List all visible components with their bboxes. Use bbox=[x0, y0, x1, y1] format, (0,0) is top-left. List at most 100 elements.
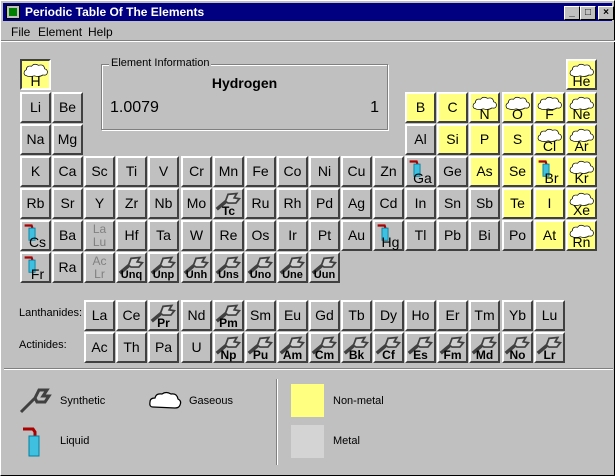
element-tile-pu[interactable]: Pu bbox=[245, 332, 276, 363]
element-tile-si[interactable]: Si bbox=[437, 124, 468, 155]
element-tile-pt[interactable]: Pt bbox=[309, 220, 340, 251]
element-tile-np[interactable]: Np bbox=[213, 332, 244, 363]
element-tile-uno[interactable]: Uno bbox=[245, 252, 276, 283]
element-tile-tl[interactable]: Tl bbox=[405, 220, 436, 251]
element-tile-tm[interactable]: Tm bbox=[469, 300, 500, 331]
element-tile-lr[interactable]: Lr bbox=[534, 332, 565, 363]
element-tile-er[interactable]: Er bbox=[437, 300, 468, 331]
element-tile-pd[interactable]: Pd bbox=[309, 188, 340, 219]
menu-help[interactable]: Help bbox=[88, 25, 113, 39]
element-tile-y[interactable]: Y bbox=[84, 188, 115, 219]
element-tile-ar[interactable]: Ar bbox=[566, 124, 597, 155]
element-tile-u[interactable]: U bbox=[181, 332, 212, 363]
element-tile-ra[interactable]: Ra bbox=[52, 252, 83, 283]
element-tile-ne[interactable]: Ne bbox=[566, 92, 597, 123]
element-tile-rn[interactable]: Rn bbox=[566, 220, 597, 251]
element-tile-cr[interactable]: Cr bbox=[181, 156, 212, 187]
element-tile-ru[interactable]: Ru bbox=[245, 188, 276, 219]
element-tile-au[interactable]: Au bbox=[341, 220, 372, 251]
element-tile-zr[interactable]: Zr bbox=[116, 188, 147, 219]
element-tile-in[interactable]: In bbox=[405, 188, 436, 219]
element-tile-kr[interactable]: Kr bbox=[566, 156, 597, 187]
element-tile-sr[interactable]: Sr bbox=[52, 188, 83, 219]
element-tile-no[interactable]: No bbox=[502, 332, 533, 363]
element-tile-as[interactable]: As bbox=[469, 156, 500, 187]
element-tile-b[interactable]: B bbox=[405, 92, 436, 123]
element-tile-cl[interactable]: Cl bbox=[534, 124, 565, 155]
element-tile-sn[interactable]: Sn bbox=[437, 188, 468, 219]
element-tile-th[interactable]: Th bbox=[116, 332, 147, 363]
element-tile-co[interactable]: Co bbox=[277, 156, 308, 187]
element-tile-v[interactable]: V bbox=[148, 156, 179, 187]
element-tile-rb[interactable]: Rb bbox=[20, 188, 51, 219]
element-tile-cu[interactable]: Cu bbox=[341, 156, 372, 187]
maximize-button[interactable]: □ bbox=[580, 6, 596, 20]
element-tile-tb[interactable]: Tb bbox=[341, 300, 372, 331]
element-tile-po[interactable]: Po bbox=[502, 220, 533, 251]
element-tile-ba[interactable]: Ba bbox=[52, 220, 83, 251]
element-tile-cf[interactable]: Cf bbox=[373, 332, 404, 363]
element-tile-lu[interactable]: Lu bbox=[534, 300, 565, 331]
element-tile-k[interactable]: K bbox=[20, 156, 51, 187]
element-tile-uns[interactable]: Uns bbox=[213, 252, 244, 283]
element-tile-o[interactable]: O bbox=[502, 92, 533, 123]
element-tile-la[interactable]: La bbox=[84, 300, 115, 331]
element-tile-rh[interactable]: Rh bbox=[277, 188, 308, 219]
element-tile-xe[interactable]: Xe bbox=[566, 188, 597, 219]
element-tile-gd[interactable]: Gd bbox=[309, 300, 340, 331]
element-tile-pa[interactable]: Pa bbox=[148, 332, 179, 363]
element-tile-unh[interactable]: Unh bbox=[181, 252, 212, 283]
element-tile-sm[interactable]: Sm bbox=[245, 300, 276, 331]
element-tile-ho[interactable]: Ho bbox=[405, 300, 436, 331]
element-tile-at[interactable]: At bbox=[534, 220, 565, 251]
element-tile-na[interactable]: Na bbox=[20, 124, 51, 155]
menu-file[interactable]: File bbox=[11, 25, 30, 39]
element-tile-ti[interactable]: Ti bbox=[116, 156, 147, 187]
element-tile-zn[interactable]: Zn bbox=[373, 156, 404, 187]
element-tile-am[interactable]: Am bbox=[277, 332, 308, 363]
element-tile-sc[interactable]: Sc bbox=[84, 156, 115, 187]
element-tile-unq[interactable]: Unq bbox=[116, 252, 147, 283]
element-tile-re[interactable]: Re bbox=[213, 220, 244, 251]
element-tile-la-lu[interactable]: La Lu bbox=[84, 220, 115, 251]
element-tile-h[interactable]: H bbox=[20, 59, 51, 90]
element-tile-tc[interactable]: Tc bbox=[213, 188, 244, 219]
menu-element[interactable]: Element bbox=[38, 25, 82, 39]
element-tile-bi[interactable]: Bi bbox=[469, 220, 500, 251]
element-tile-sb[interactable]: Sb bbox=[469, 188, 500, 219]
element-tile-ac-lr[interactable]: Ac Lr bbox=[84, 252, 115, 283]
app-icon[interactable] bbox=[6, 5, 20, 19]
element-tile-eu[interactable]: Eu bbox=[277, 300, 308, 331]
element-tile-une[interactable]: Une bbox=[277, 252, 308, 283]
element-tile-fe[interactable]: Fe bbox=[245, 156, 276, 187]
element-tile-ag[interactable]: Ag bbox=[341, 188, 372, 219]
element-tile-c[interactable]: C bbox=[437, 92, 468, 123]
element-tile-i[interactable]: I bbox=[534, 188, 565, 219]
element-tile-fr[interactable]: Fr bbox=[20, 252, 51, 283]
element-tile-os[interactable]: Os bbox=[245, 220, 276, 251]
element-tile-be[interactable]: Be bbox=[52, 92, 83, 123]
element-tile-ta[interactable]: Ta bbox=[148, 220, 179, 251]
element-tile-pm[interactable]: Pm bbox=[213, 300, 244, 331]
title-bar[interactable]: Periodic Table Of The Elements _ □ × bbox=[3, 3, 614, 21]
element-tile-li[interactable]: Li bbox=[20, 92, 51, 123]
element-tile-w[interactable]: W bbox=[181, 220, 212, 251]
element-tile-se[interactable]: Se bbox=[502, 156, 533, 187]
element-tile-ni[interactable]: Ni bbox=[309, 156, 340, 187]
element-tile-al[interactable]: Al bbox=[405, 124, 436, 155]
element-tile-s[interactable]: S bbox=[502, 124, 533, 155]
element-tile-dy[interactable]: Dy bbox=[373, 300, 404, 331]
element-tile-md[interactable]: Md bbox=[469, 332, 500, 363]
element-tile-cm[interactable]: Cm bbox=[309, 332, 340, 363]
element-tile-ac[interactable]: Ac bbox=[84, 332, 115, 363]
element-tile-ga[interactable]: Ga bbox=[405, 156, 436, 187]
element-tile-ce[interactable]: Ce bbox=[116, 300, 147, 331]
element-tile-mo[interactable]: Mo bbox=[181, 188, 212, 219]
element-tile-cs[interactable]: Cs bbox=[20, 220, 51, 251]
element-tile-uun[interactable]: Uun bbox=[309, 252, 340, 283]
element-tile-hf[interactable]: Hf bbox=[116, 220, 147, 251]
element-tile-nd[interactable]: Nd bbox=[181, 300, 212, 331]
element-tile-he[interactable]: He bbox=[566, 59, 597, 90]
element-tile-nb[interactable]: Nb bbox=[148, 188, 179, 219]
element-tile-p[interactable]: P bbox=[469, 124, 500, 155]
